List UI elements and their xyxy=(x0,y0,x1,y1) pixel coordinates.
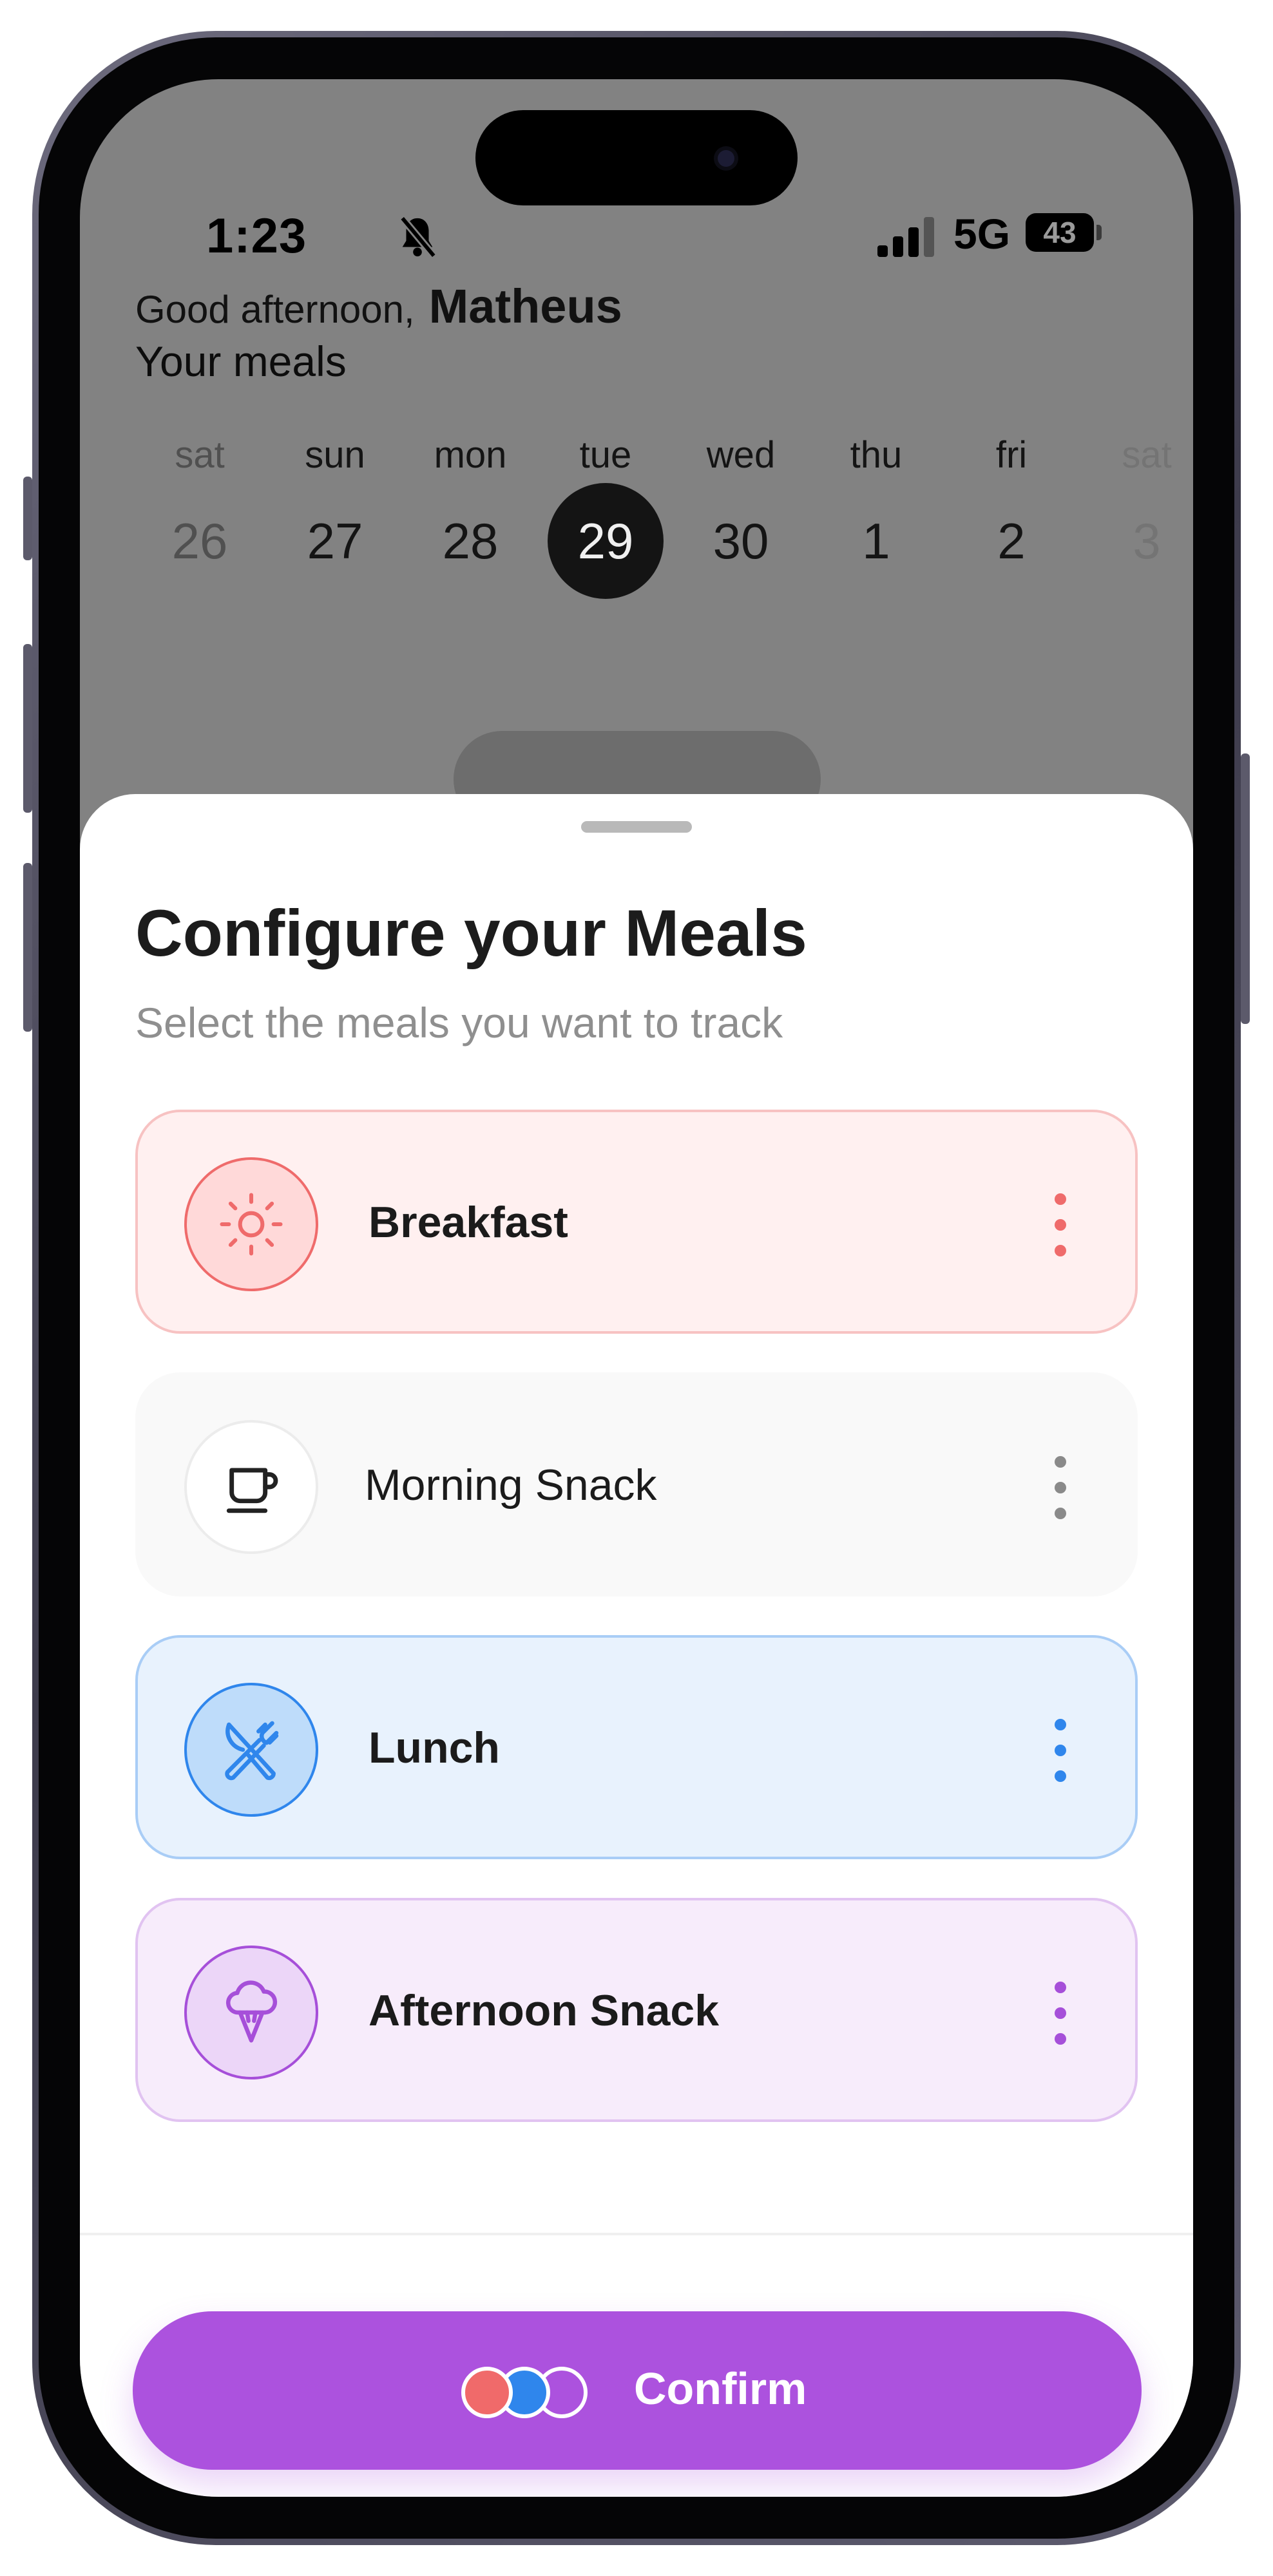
meal-icon-badge xyxy=(184,1683,318,1817)
status-time: 1:23 xyxy=(206,209,307,263)
sheet-grabber[interactable] xyxy=(581,821,692,833)
day-name: tue xyxy=(579,434,632,476)
meal-label: Lunch xyxy=(368,1723,500,1772)
meal-label: Afternoon Snack xyxy=(368,1986,720,2035)
day-number: 2 xyxy=(997,513,1026,569)
battery-level: 43 xyxy=(1043,216,1077,249)
meal-icon-badge xyxy=(184,1157,318,1291)
meal-card-breakfast[interactable]: Breakfast xyxy=(135,1110,1138,1334)
divider xyxy=(80,2233,1193,2235)
day-name: sat xyxy=(1122,434,1172,476)
calendar-day[interactable]: fri 2 xyxy=(953,433,1069,599)
meal-icon-badge xyxy=(184,1420,318,1554)
calendar-day[interactable]: sun 27 xyxy=(277,433,393,599)
action-button xyxy=(23,477,32,560)
volume-down-button xyxy=(23,863,32,1032)
day-number: 28 xyxy=(442,513,499,569)
more-options-icon[interactable] xyxy=(1053,1719,1068,1782)
day-number: 3 xyxy=(1133,513,1161,569)
day-number: 30 xyxy=(713,513,769,569)
fork-knife-icon xyxy=(225,1721,279,1781)
confirm-label: Confirm xyxy=(634,2363,807,2414)
calendar-day[interactable]: wed 30 xyxy=(683,433,799,599)
meal-icon-badge xyxy=(184,1946,318,2079)
sheet-subtitle: Select the meals you want to track xyxy=(135,999,783,1046)
day-name: sat xyxy=(175,434,225,476)
meal-label: Morning Snack xyxy=(365,1461,657,1510)
calendar-day[interactable]: sat 3 xyxy=(1089,433,1193,599)
day-number: 26 xyxy=(171,513,228,569)
day-name: mon xyxy=(434,434,507,476)
day-number: 27 xyxy=(307,513,363,569)
calendar-day[interactable]: thu 1 xyxy=(818,433,934,599)
calendar-day[interactable]: mon 28 xyxy=(412,433,528,599)
more-options-icon[interactable] xyxy=(1053,1456,1068,1519)
user-name: Matheus xyxy=(428,279,622,333)
more-options-icon[interactable] xyxy=(1053,1982,1068,2045)
front-camera xyxy=(718,150,734,167)
meal-card-afternoon-snack[interactable]: Afternoon Snack xyxy=(135,1898,1138,2122)
meal-card-morning-snack[interactable]: Morning Snack xyxy=(135,1372,1138,1596)
calendar-day-selected[interactable]: tue 29 xyxy=(548,433,664,599)
day-number: 29 xyxy=(548,483,664,599)
section-title: Your meals xyxy=(135,337,347,385)
meal-dot-red xyxy=(461,2367,513,2418)
calendar-day[interactable]: sat 26 xyxy=(142,433,258,599)
cellular-signal-icon xyxy=(877,217,934,257)
battery-tip xyxy=(1096,225,1102,240)
day-number: 1 xyxy=(862,513,890,569)
meal-label: Breakfast xyxy=(368,1198,568,1247)
power-button xyxy=(1241,753,1250,1024)
confirm-button[interactable]: Confirm xyxy=(133,2311,1142,2470)
network-type: 5G xyxy=(953,210,1011,258)
day-name: wed xyxy=(706,434,776,476)
sheet-title: Configure your Meals xyxy=(135,896,807,970)
bell-slash-icon xyxy=(399,216,437,258)
ice-cream-icon xyxy=(225,1980,278,2043)
dynamic-island xyxy=(475,110,798,205)
battery-icon: 43 xyxy=(1026,213,1094,252)
configure-meals-sheet: Configure your Meals Select the meals yo… xyxy=(80,794,1193,2497)
greeting-text: Good afternoon, xyxy=(135,288,415,331)
day-name: fri xyxy=(995,434,1028,476)
meal-card-lunch[interactable]: Lunch xyxy=(135,1635,1138,1859)
phone-screen: 1:23 5G 43 Good afternoon, Matheus Your m… xyxy=(80,79,1193,2497)
coffee-cup-icon xyxy=(226,1468,278,1513)
more-options-icon[interactable] xyxy=(1053,1193,1068,1256)
day-name: sun xyxy=(305,434,365,476)
greeting: Good afternoon, Matheus xyxy=(135,279,622,334)
volume-up-button xyxy=(23,644,32,813)
sun-icon xyxy=(220,1193,283,1256)
day-name: thu xyxy=(850,434,903,476)
